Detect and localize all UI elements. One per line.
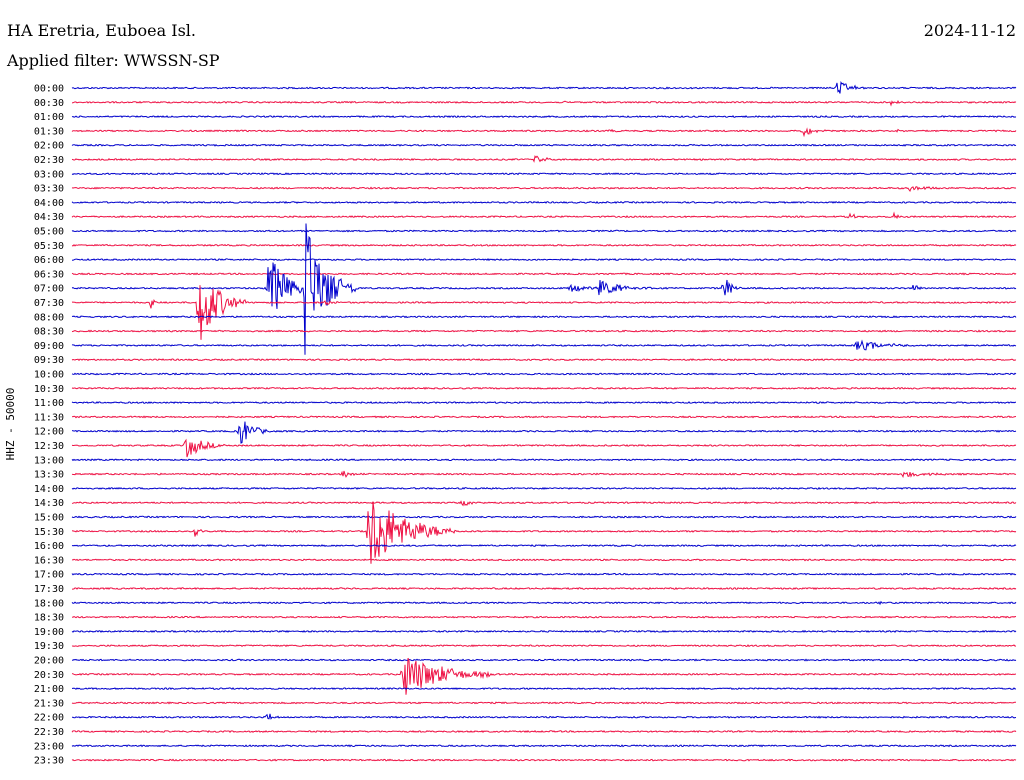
- row-time-label: 15:30: [34, 527, 64, 538]
- row-time-label: 00:00: [34, 84, 64, 95]
- row-time-label: 09:00: [34, 341, 64, 352]
- row-time-label: 17:30: [34, 584, 64, 595]
- trace-line: [71, 386, 1017, 390]
- row-time-label: 07:00: [34, 284, 64, 295]
- trace-line: [71, 421, 1017, 444]
- row-time-label: 22:30: [34, 727, 64, 738]
- row-time-label: 22:00: [34, 713, 64, 724]
- trace-rows: 00:00 00:30 01:00 01:30 02:00 02:30 03:00 03:30…: [34, 80, 1017, 767]
- trace-line: [71, 223, 1017, 355]
- row-time-label: 15:00: [34, 513, 64, 524]
- row-time-label: 18:30: [34, 613, 64, 624]
- trace-line: [71, 458, 1017, 462]
- row-time-label: 21:30: [34, 698, 64, 709]
- trace-line: [71, 99, 1017, 107]
- row-time-label: 06:00: [34, 255, 64, 266]
- trace-line: [71, 502, 1017, 564]
- row-time-label: 12:00: [34, 427, 64, 438]
- row-time-label: 23:30: [34, 756, 64, 767]
- row-time-label: 18:00: [34, 598, 64, 609]
- trace-line: [71, 515, 1017, 519]
- row-time-label: 05:00: [34, 227, 64, 238]
- trace-line: [71, 143, 1017, 147]
- row-time-label: 04:00: [34, 198, 64, 209]
- row-time-label: 19:30: [34, 641, 64, 652]
- row-time-label: 03:00: [34, 169, 64, 180]
- trace-line: [71, 558, 1017, 562]
- trace-line: [71, 658, 1017, 662]
- trace-line: [71, 486, 1017, 490]
- trace-line: [71, 80, 1017, 94]
- row-time-label: 23:00: [34, 741, 64, 752]
- row-time-label: 17:00: [34, 570, 64, 581]
- trace-line: [71, 358, 1017, 362]
- row-time-label: 14:30: [34, 498, 64, 509]
- row-time-label: 03:30: [34, 184, 64, 195]
- row-time-label: 08:30: [34, 327, 64, 338]
- trace-line: [71, 730, 1017, 733]
- trace-line: [71, 713, 1017, 720]
- row-time-label: 16:00: [34, 541, 64, 552]
- row-time-label: 12:30: [34, 441, 64, 452]
- row-time-label: 11:30: [34, 412, 64, 423]
- trace-line: [71, 615, 1017, 619]
- trace-line: [71, 572, 1017, 576]
- trace-line: [71, 470, 1017, 479]
- trace-line: [71, 372, 1017, 376]
- trace-line: [71, 329, 1017, 333]
- row-time-label: 20:00: [34, 656, 64, 667]
- y-axis-label: HHZ - 50000: [4, 388, 17, 461]
- row-time-label: 13:30: [34, 470, 64, 481]
- row-time-label: 08:00: [34, 312, 64, 323]
- trace-line: [71, 243, 1017, 247]
- trace-line: [71, 600, 1017, 606]
- trace-line: [71, 115, 1017, 119]
- trace-line: [72, 586, 1017, 591]
- row-time-label: 06:30: [34, 269, 64, 280]
- trace-line: [71, 339, 1017, 351]
- row-time-label: 04:30: [34, 212, 64, 223]
- trace-line: [71, 172, 1017, 176]
- trace-line: [71, 155, 1017, 163]
- row-time-label: 10:00: [34, 370, 64, 381]
- row-time-label: 20:30: [34, 670, 64, 681]
- row-time-label: 05:30: [34, 241, 64, 252]
- row-time-label: 01:00: [34, 112, 64, 123]
- row-time-label: 02:30: [34, 155, 64, 166]
- trace-line: [72, 687, 1017, 691]
- row-time-label: 00:30: [34, 98, 64, 109]
- row-time-label: 21:00: [34, 684, 64, 695]
- row-time-label: 01:30: [34, 126, 64, 137]
- trace-line: [71, 758, 1017, 762]
- row-time-label: 13:00: [34, 455, 64, 466]
- trace-line: [71, 186, 1017, 193]
- trace-line: [71, 415, 1017, 419]
- trace-line: [71, 644, 1017, 648]
- trace-line: [71, 629, 1017, 633]
- trace-line: [71, 127, 1017, 138]
- trace-line: [71, 315, 1017, 319]
- trace-line: [71, 401, 1016, 405]
- row-time-label: 09:30: [34, 355, 64, 366]
- row-time-label: 11:00: [34, 398, 64, 409]
- trace-line: [71, 500, 1017, 507]
- trace-line: [71, 258, 1017, 262]
- trace-line: [71, 229, 1017, 233]
- row-time-label: 19:00: [34, 627, 64, 638]
- trace-line: [71, 211, 1017, 220]
- trace-line: [71, 744, 1017, 748]
- trace-line: [71, 272, 1017, 276]
- trace-line: [71, 438, 1017, 458]
- trace-line: [71, 701, 1017, 705]
- trace-line: [71, 544, 1017, 548]
- row-time-label: 02:00: [34, 141, 64, 152]
- trace-line: [71, 200, 1017, 204]
- row-time-label: 14:00: [34, 484, 64, 495]
- seismogram-plot: HHZ - 50000 00:00 00:30 01:00 01:30 02:00 02:…: [4, 80, 1017, 767]
- y-axis-label-group: HHZ - 50000: [4, 388, 17, 461]
- row-time-label: 16:30: [34, 555, 64, 566]
- row-time-label: 10:30: [34, 384, 64, 395]
- row-time-label: 07:30: [34, 298, 64, 309]
